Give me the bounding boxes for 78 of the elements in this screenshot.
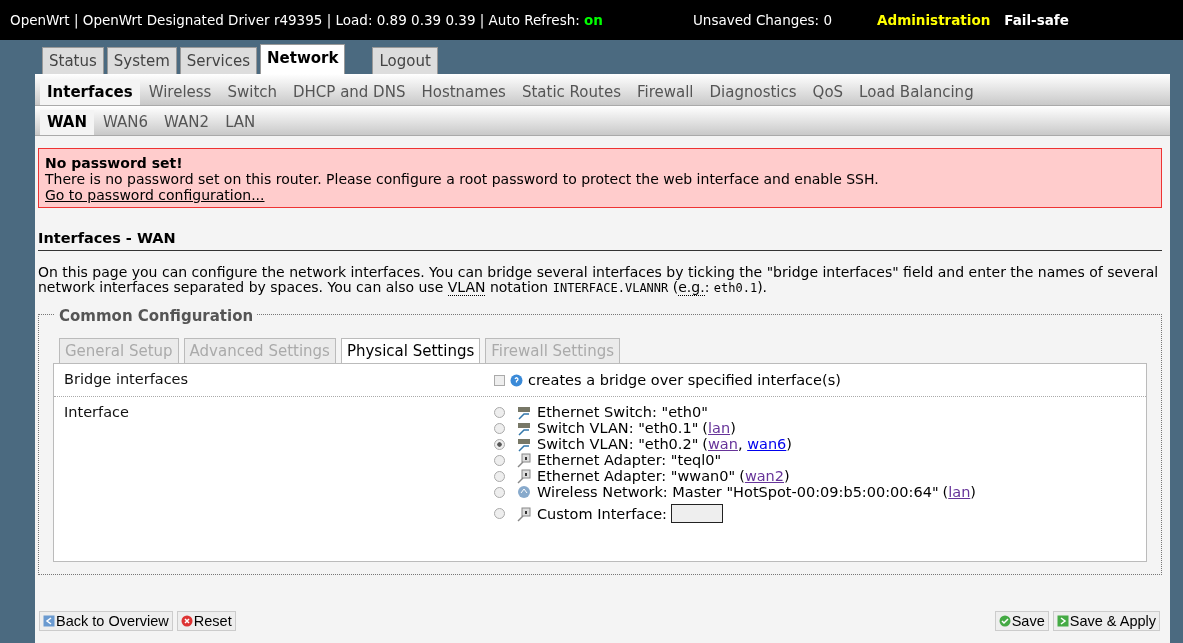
status-line: OpenWrt | OpenWrt Designated Driver r49395 | Load: 0.89 0.39 0.39 | Auto Refresh: on [10,12,603,28]
reset-button[interactable]: Reset [176,611,236,631]
interface-tab[interactable]: WAN6 [96,110,156,135]
help-icon [510,373,523,387]
bridge-checkbox[interactable] [494,374,505,386]
open-paren: ( [739,468,745,484]
menu-tab[interactable]: Logout [372,47,438,74]
field-label: Bridge interfaces [64,371,190,389]
interface-tab[interactable]: WAN2 [157,110,217,135]
switch-icon [516,420,532,436]
menu-tab[interactable]: Status [42,47,104,74]
network-link[interactable]: wan2 [744,468,785,484]
save-icon [998,615,1011,627]
mode-link[interactable]: Administration [877,12,991,28]
close-paren: ) [730,420,736,436]
wireless-icon [516,484,532,500]
submenu-tab[interactable]: DHCP and DNS [286,80,413,105]
field-hint: creates a bridge over specified interface(s) [528,372,841,388]
switch-icon [516,436,532,452]
reset-icon [180,615,193,627]
custom-interface-field[interactable] [670,504,723,523]
interface-radio[interactable] [494,470,505,482]
close-paren: ) [970,484,976,500]
unsaved-changes: Unsaved Changes: 0 [693,12,833,28]
interface-radio[interactable] [494,438,505,450]
interface-radio[interactable] [494,454,505,466]
interface-radio[interactable] [494,422,505,434]
interface-option: Wireless Network: Master "HotSpot-00:09:b5:00:00:64" [537,484,939,500]
submenu-tab[interactable]: Diagnostics [702,80,804,105]
save-button[interactable]: Save [994,611,1049,631]
close-paren: ) [786,436,792,452]
open-paren: ( [702,420,708,436]
open-paren: ( [702,436,708,452]
interface-radio[interactable] [494,508,505,519]
network-link[interactable]: wan6 [747,436,787,452]
submenu-tab[interactable]: Firewall [629,80,701,105]
submenu-tab[interactable]: Wireless [141,80,219,105]
network-adapter-icon [516,452,532,468]
apply-button[interactable]: Save & Apply [1052,611,1160,631]
submenu-tab[interactable]: Static Routes [514,80,628,105]
interface-option: Ethernet Adapter: "wwan0" [537,468,736,484]
submenu-tab[interactable]: Load Balancing [852,80,981,105]
password-config-link[interactable]: Go to password configuration... [45,187,265,203]
network-link[interactable]: wan [708,436,738,452]
menu-tab[interactable]: Services [179,47,257,74]
back-button[interactable]: Back to Overview [39,611,173,631]
interface-option: Ethernet Adapter: "teql0" [537,452,722,468]
open-paren: ( [942,484,949,500]
interface-option: Switch VLAN: "eth0.1" [537,420,699,436]
alert-message: There is no password set on this router. Please configure a root password to protect the web interface and enable SSH. [45,171,880,187]
interface-option: Custom Interface: [537,505,667,522]
field-label: Interface [64,404,130,422]
section-title: Interfaces - WAN [38,230,1162,251]
submenu-tab[interactable]: Hostnames [414,80,513,105]
menu-tab[interactable]: Network [260,44,346,74]
interface-option: Ethernet Switch: "eth0" [537,404,708,420]
close-paren: ) [784,468,790,484]
submenu-tab[interactable]: QoS [805,80,851,105]
submenu-tab[interactable]: Interfaces [40,80,140,105]
menu-tab[interactable]: System [106,47,177,74]
mode-link[interactable]: Fail-safe [1004,12,1069,28]
alert-title: No password set! [45,155,184,171]
network-adapter-icon [516,505,532,522]
interface-option: Switch VLAN: "eth0.2" [537,436,699,452]
interface-tab[interactable]: LAN [218,110,263,135]
settings-tab[interactable]: Physical Settings [340,338,481,363]
section-description: On this page you can configure the network interfaces. You can bridge several interfaces by ticking the "bridge interfaces" field and enter the names of several network interfaces separated by spaces. You can also use VLAN notation INTERFACE.VLANNR (e.g.: eth0.1). [38,265,1160,296]
apply-icon [1056,615,1069,627]
network-link[interactable]: lan [948,484,971,500]
interface-radio[interactable] [494,406,505,418]
network-link[interactable]: lan [708,420,731,436]
submenu-tab[interactable]: Switch [220,80,284,105]
interface-radio[interactable] [494,486,505,498]
comma: , [737,436,743,452]
back-icon [43,615,55,627]
switch-icon [516,404,532,420]
fieldset-legend: Common Configuration [55,307,258,325]
network-adapter-icon [516,468,532,484]
